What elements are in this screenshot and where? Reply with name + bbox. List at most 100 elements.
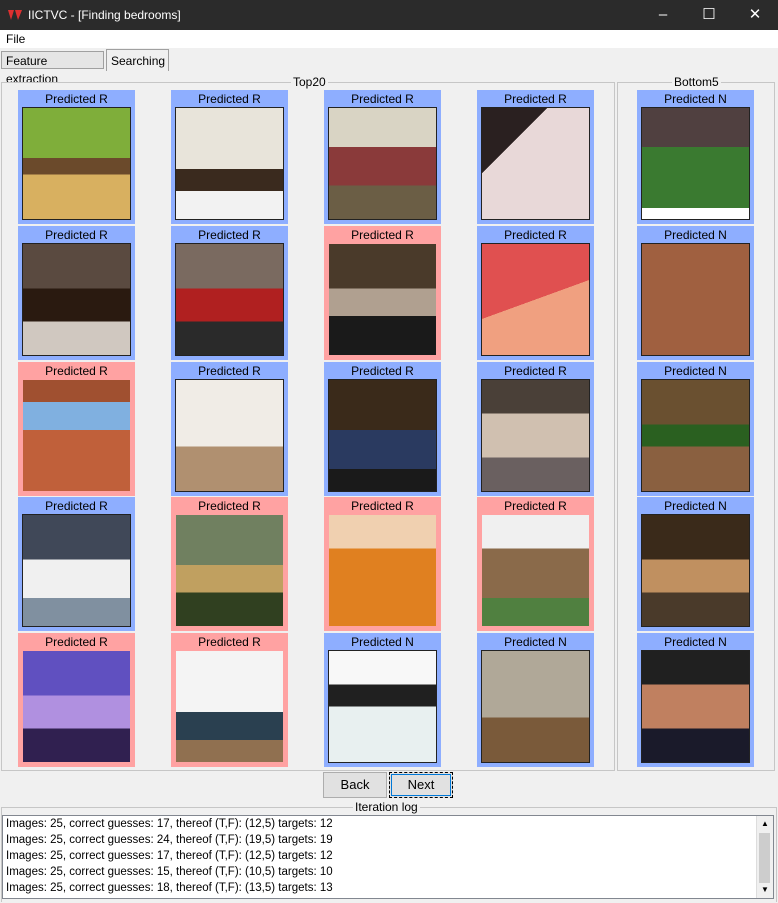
result-tile[interactable]: Predicted R bbox=[18, 497, 135, 631]
result-tile[interactable]: Predicted R bbox=[324, 90, 441, 224]
prediction-label: Predicted R bbox=[351, 499, 414, 513]
result-tile[interactable]: Predicted N bbox=[324, 633, 441, 767]
result-tile[interactable]: Predicted N bbox=[637, 633, 754, 767]
thumbnail-image[interactable] bbox=[641, 514, 750, 627]
prediction-label: Predicted R bbox=[45, 228, 108, 242]
prediction-label: Predicted R bbox=[351, 92, 414, 106]
prediction-label: Predicted R bbox=[45, 92, 108, 106]
result-tile[interactable]: Predicted R bbox=[171, 633, 288, 767]
prediction-label: Predicted N bbox=[664, 364, 727, 378]
prediction-label: Predicted R bbox=[351, 364, 414, 378]
thumbnail-image[interactable] bbox=[22, 243, 131, 356]
scroll-thumb[interactable] bbox=[759, 833, 770, 883]
thumbnail-image[interactable] bbox=[641, 243, 750, 356]
thumbnail-image[interactable] bbox=[328, 379, 437, 492]
thumbnail-image[interactable] bbox=[481, 650, 590, 763]
prediction-label: Predicted R bbox=[45, 635, 108, 649]
result-tile[interactable]: Predicted N bbox=[637, 226, 754, 360]
log-line: Images: 25, correct guesses: 15, thereof… bbox=[6, 866, 333, 878]
log-line: Images: 25, correct guesses: 24, thereof… bbox=[6, 834, 333, 846]
result-tile[interactable]: Predicted R bbox=[18, 633, 135, 767]
next-button[interactable]: Next bbox=[389, 772, 453, 798]
result-tile[interactable]: Predicted R bbox=[477, 226, 594, 360]
log-scrollbar[interactable]: ▲ ▼ bbox=[756, 816, 773, 898]
menu-bar: File bbox=[0, 30, 778, 48]
thumbnail-image[interactable] bbox=[482, 515, 589, 626]
prediction-label: Predicted R bbox=[45, 364, 108, 378]
log-title: Iteration log bbox=[353, 800, 420, 814]
thumbnail-image[interactable] bbox=[641, 379, 750, 492]
tab-feature-extraction[interactable]: Feature extraction bbox=[1, 51, 104, 86]
prediction-label: Predicted N bbox=[664, 228, 727, 242]
iteration-log[interactable]: Images: 25, correct guesses: 17, thereof… bbox=[2, 815, 774, 899]
log-line: Images: 25, correct guesses: 18, thereof… bbox=[6, 882, 333, 894]
result-tile[interactable]: Predicted R bbox=[477, 497, 594, 631]
menu-file[interactable]: File bbox=[6, 32, 25, 46]
prediction-label: Predicted R bbox=[198, 228, 261, 242]
thumbnail-image[interactable] bbox=[641, 107, 750, 220]
tab-searching[interactable]: Searching bbox=[106, 49, 169, 71]
result-tile[interactable]: Predicted R bbox=[18, 362, 135, 496]
thumbnail-image[interactable] bbox=[175, 379, 284, 492]
window-title: IICTVC - [Finding bedrooms] bbox=[28, 8, 181, 22]
thumbnail-image[interactable] bbox=[176, 515, 283, 626]
result-tile[interactable]: Predicted R bbox=[171, 90, 288, 224]
thumbnail-image[interactable] bbox=[176, 651, 283, 762]
thumbnail-image[interactable] bbox=[22, 107, 131, 220]
thumbnail-image[interactable] bbox=[641, 650, 750, 763]
result-tile[interactable]: Predicted R bbox=[171, 497, 288, 631]
thumbnail-image[interactable] bbox=[22, 514, 131, 627]
prediction-label: Predicted R bbox=[351, 228, 414, 242]
app-icon bbox=[8, 10, 22, 20]
prediction-label: Predicted R bbox=[504, 499, 567, 513]
thumbnail-image[interactable] bbox=[328, 107, 437, 220]
result-tile[interactable]: Predicted N bbox=[637, 90, 754, 224]
prediction-label: Predicted R bbox=[198, 92, 261, 106]
prediction-label: Predicted N bbox=[664, 92, 727, 106]
result-tile[interactable]: Predicted R bbox=[171, 362, 288, 496]
maximize-button[interactable]: ☐ bbox=[686, 0, 732, 30]
result-tile[interactable]: Predicted R bbox=[324, 497, 441, 631]
result-tile[interactable]: Predicted R bbox=[324, 226, 441, 360]
prediction-label: Predicted R bbox=[45, 499, 108, 513]
prediction-label: Predicted R bbox=[198, 364, 261, 378]
result-tile[interactable]: Predicted N bbox=[637, 362, 754, 496]
thumbnail-image[interactable] bbox=[23, 651, 130, 762]
prediction-label: Predicted N bbox=[351, 635, 414, 649]
prediction-label: Predicted R bbox=[198, 635, 261, 649]
thumbnail-image[interactable] bbox=[175, 243, 284, 356]
scroll-up-icon[interactable]: ▲ bbox=[757, 816, 773, 832]
prediction-label: Predicted R bbox=[504, 228, 567, 242]
log-line: Images: 25, correct guesses: 17, thereof… bbox=[6, 818, 333, 830]
result-tile[interactable]: Predicted R bbox=[18, 90, 135, 224]
result-tile[interactable]: Predicted R bbox=[477, 90, 594, 224]
log-line: Images: 25, correct guesses: 17, thereof… bbox=[6, 850, 333, 862]
result-tile[interactable]: Predicted R bbox=[477, 362, 594, 496]
prediction-label: Predicted N bbox=[664, 635, 727, 649]
thumbnail-image[interactable] bbox=[481, 107, 590, 220]
thumbnail-image[interactable] bbox=[23, 380, 130, 491]
thumbnail-image[interactable] bbox=[481, 243, 590, 356]
thumbnail-image[interactable] bbox=[328, 650, 437, 763]
prediction-label: Predicted R bbox=[198, 499, 261, 513]
top20-title: Top20 bbox=[291, 75, 328, 89]
scroll-down-icon[interactable]: ▼ bbox=[757, 882, 773, 898]
minimize-button[interactable]: – bbox=[640, 0, 686, 30]
prediction-label: Predicted R bbox=[504, 364, 567, 378]
thumbnail-image[interactable] bbox=[175, 107, 284, 220]
thumbnail-image[interactable] bbox=[329, 515, 436, 626]
title-bar: IICTVC - [Finding bedrooms] – ☐ ✕ bbox=[0, 0, 778, 30]
bottom5-title: Bottom5 bbox=[672, 75, 721, 89]
result-tile[interactable]: Predicted R bbox=[324, 362, 441, 496]
result-tile[interactable]: Predicted N bbox=[477, 633, 594, 767]
thumbnail-image[interactable] bbox=[329, 244, 436, 355]
close-button[interactable]: ✕ bbox=[732, 0, 778, 30]
result-tile[interactable]: Predicted R bbox=[171, 226, 288, 360]
result-tile[interactable]: Predicted N bbox=[637, 497, 754, 631]
tab-bar: Feature extraction Searching bbox=[0, 49, 778, 86]
prediction-label: Predicted N bbox=[504, 635, 567, 649]
result-tile[interactable]: Predicted R bbox=[18, 226, 135, 360]
prediction-label: Predicted N bbox=[664, 499, 727, 513]
thumbnail-image[interactable] bbox=[481, 379, 590, 492]
back-button[interactable]: Back bbox=[323, 772, 387, 798]
